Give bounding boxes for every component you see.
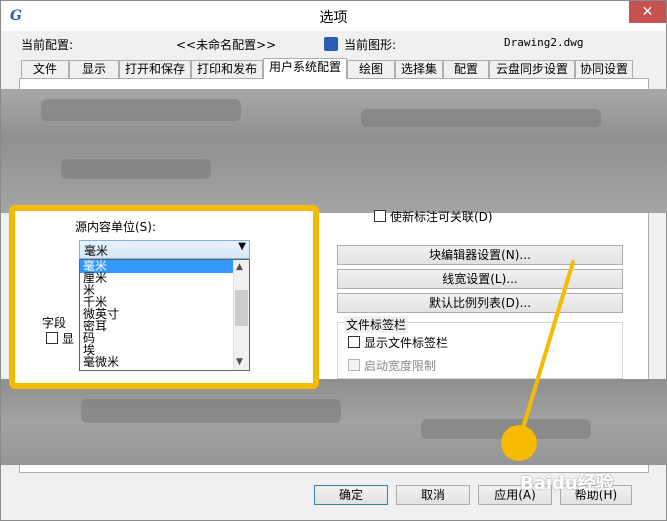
chevron-down-icon[interactable]: ▼	[238, 241, 246, 252]
scroll-up-icon[interactable]: ▲	[236, 262, 243, 272]
unit-option[interactable]: 毫微米	[80, 356, 233, 369]
source-units-selected: 毫米	[84, 244, 109, 258]
source-units-combobox[interactable]: 毫米 ▼	[79, 240, 250, 259]
field-display-label: 显	[62, 332, 75, 346]
callout-dot	[501, 425, 537, 461]
scrollbar-thumb[interactable]	[235, 290, 248, 326]
highlight-box: 源内容单位(S): 毫米 ▼ 毫米 厘米 米 千米 微英寸 密耳 码 埃 毫微米…	[9, 205, 319, 389]
tab-user-preferences[interactable]: 用户系统配置	[263, 58, 347, 79]
units-dropdown-list: 毫米 厘米 米 千米 微英寸 密耳 码 埃 毫微米 ▲ ▼	[79, 259, 250, 371]
options-dialog: G 选项 ✕ 当前配置: <<未命名配置>> 当前图形: Drawing2.dw…	[0, 0, 667, 521]
field-group-label: 字段	[42, 316, 67, 330]
watermark: Baidu经验	[520, 473, 614, 494]
dropdown-scrollbar[interactable]: ▲ ▼	[233, 260, 249, 370]
source-units-label: 源内容单位(S):	[75, 220, 157, 234]
scroll-down-icon[interactable]: ▼	[236, 357, 243, 367]
field-display-checkbox[interactable]	[46, 332, 58, 344]
